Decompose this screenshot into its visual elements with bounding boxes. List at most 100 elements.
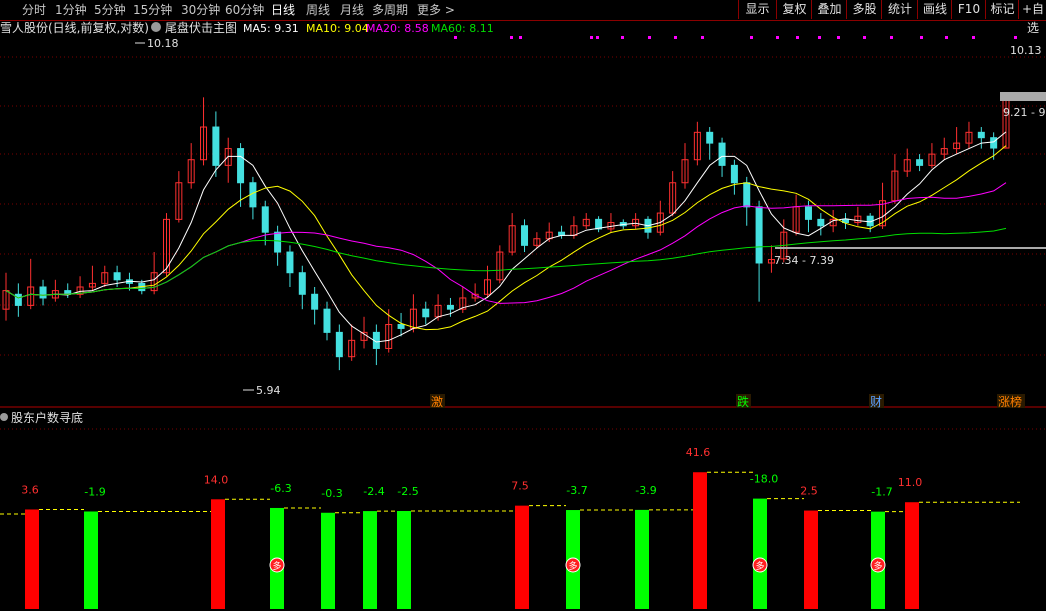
- ma5-line: [5, 131, 1007, 343]
- signal-dot-18: [972, 36, 975, 39]
- signal-dot-9: [750, 36, 753, 39]
- ma-legend-0: MA5: 9.31: [243, 22, 299, 35]
- signal-dot-4: [596, 36, 599, 39]
- signal-dot-12: [818, 36, 821, 39]
- candle-body-36: [446, 304, 454, 310]
- range-label: 7.34 - 7.39: [774, 254, 834, 267]
- chart-canvas: 雪人股份(日线,前复权,对数) 尾盘伏击主图 MA5: 9.31 MA10: 9.04…: [0, 20, 1046, 609]
- shareholder-bar-4: [321, 512, 335, 609]
- shareholder-bar-6: [397, 511, 411, 609]
- shareholder-bar-14: [905, 502, 919, 609]
- shareholder-bar-1: [84, 511, 98, 609]
- shareholder-bar-7: [515, 505, 529, 609]
- bar-value-5: -2.4: [363, 485, 384, 498]
- candle-body-22: [274, 231, 282, 253]
- signal-dot-7: [674, 36, 677, 39]
- bar-value-9: -3.9: [635, 484, 656, 497]
- bar-value-2: 14.0: [204, 473, 229, 486]
- signal-dot-11: [796, 36, 799, 39]
- ma-legend-2: MA20: 8.58: [366, 22, 429, 35]
- signal-dot-13: [837, 36, 840, 39]
- candle-body-1: [14, 293, 22, 306]
- ma10-line: [5, 145, 1007, 331]
- candle-body-60: [743, 182, 751, 208]
- badge-text-8: 多: [568, 560, 577, 572]
- signal-dot-15: [890, 36, 893, 39]
- candle-body-17: [212, 126, 220, 166]
- shareholder-bar-12: [804, 510, 818, 609]
- signal-dot-19: [1014, 36, 1017, 39]
- candle-body-3: [39, 286, 47, 299]
- ma-legend-1: MA10: 9.04: [306, 22, 369, 35]
- bar-value-6: -2.5: [397, 485, 418, 498]
- candle-body-61: [755, 206, 763, 264]
- shareholder-bar-2: [211, 499, 225, 609]
- event-marker-0: 激: [431, 395, 443, 409]
- bar-value-1: -1.9: [84, 485, 105, 498]
- shareholder-bar-9: [635, 509, 649, 609]
- event-marker-3: 涨榜: [998, 394, 1022, 409]
- ma-legend-3: MA60: 8.11: [431, 22, 494, 35]
- high-label: 10.18: [147, 37, 179, 50]
- signal-dot-2: [519, 36, 522, 39]
- candle-body-19: [237, 148, 245, 184]
- indicator-collapse-icon: [151, 22, 161, 32]
- low-label: 5.94: [256, 384, 281, 397]
- bar-value-0: 3.6: [21, 483, 39, 496]
- shareholder-bar-11: [753, 498, 767, 609]
- signal-dot-1: [510, 36, 513, 39]
- last-price-bar: [1000, 92, 1046, 101]
- candle-body-21: [261, 206, 269, 233]
- candle-body-59: [730, 164, 738, 184]
- event-marker-1: 跌: [737, 394, 749, 409]
- bar-value-13: -1.7: [871, 486, 892, 499]
- shareholder-bar-10: [693, 472, 707, 609]
- badge-text-13: 多: [873, 560, 882, 572]
- candle-body-80: [990, 137, 998, 149]
- signal-dot-10: [776, 36, 779, 39]
- signal-dot-14: [863, 36, 866, 39]
- candle-body-58: [718, 142, 726, 166]
- bar-value-3: -6.3: [270, 482, 291, 495]
- bar-value-8: -3.7: [566, 484, 587, 497]
- ma20-line: [5, 182, 1007, 304]
- indicator-name: 尾盘伏击主图: [165, 20, 237, 35]
- signal-dot-3: [590, 36, 593, 39]
- stock-title: 雪人股份(日线,前复权,对数): [0, 20, 149, 35]
- bar-value-12: 2.5: [800, 485, 818, 498]
- signal-dot-6: [648, 36, 651, 39]
- candle-body-26: [323, 308, 331, 333]
- last-price-label: 9.21 - 9: [1003, 106, 1045, 119]
- bar-value-4: -0.3: [321, 487, 342, 500]
- shareholder-bar-0: [25, 509, 39, 609]
- sub-panel-title: 股东户数寻底: [11, 410, 83, 425]
- candle-body-9: [113, 272, 121, 281]
- candle-body-27: [335, 331, 343, 358]
- ma60-line: [5, 227, 1007, 299]
- signal-dot-8: [701, 36, 704, 39]
- candle-body-24: [298, 272, 306, 295]
- candle-body-65: [804, 206, 812, 220]
- signal-dot-0: [454, 36, 457, 39]
- candle-body-66: [817, 218, 825, 227]
- bar-value-14: 11.0: [898, 476, 923, 489]
- badge-text-3: 多: [272, 560, 281, 572]
- candle-body-42: [521, 225, 529, 246]
- sub-collapse-icon: [0, 413, 8, 421]
- bar-value-11: -18.0: [750, 473, 778, 486]
- candle-body-32: [397, 324, 405, 329]
- badge-text-11: 多: [755, 560, 764, 572]
- last-high-label: 10.13: [1010, 44, 1042, 57]
- candle-body-23: [286, 251, 294, 274]
- event-marker-2: 财: [870, 395, 882, 409]
- candle-body-57: [706, 131, 714, 144]
- candle-body-79: [977, 131, 985, 139]
- shareholder-bar-5: [363, 511, 377, 609]
- bar-value-10: 41.6: [686, 446, 711, 459]
- candle-body-25: [311, 293, 319, 310]
- signal-dot-5: [621, 36, 624, 39]
- bar-value-7: 7.5: [511, 480, 529, 493]
- candle-body-34: [422, 308, 430, 318]
- signal-dot-17: [945, 36, 948, 39]
- candle-body-74: [916, 159, 924, 166]
